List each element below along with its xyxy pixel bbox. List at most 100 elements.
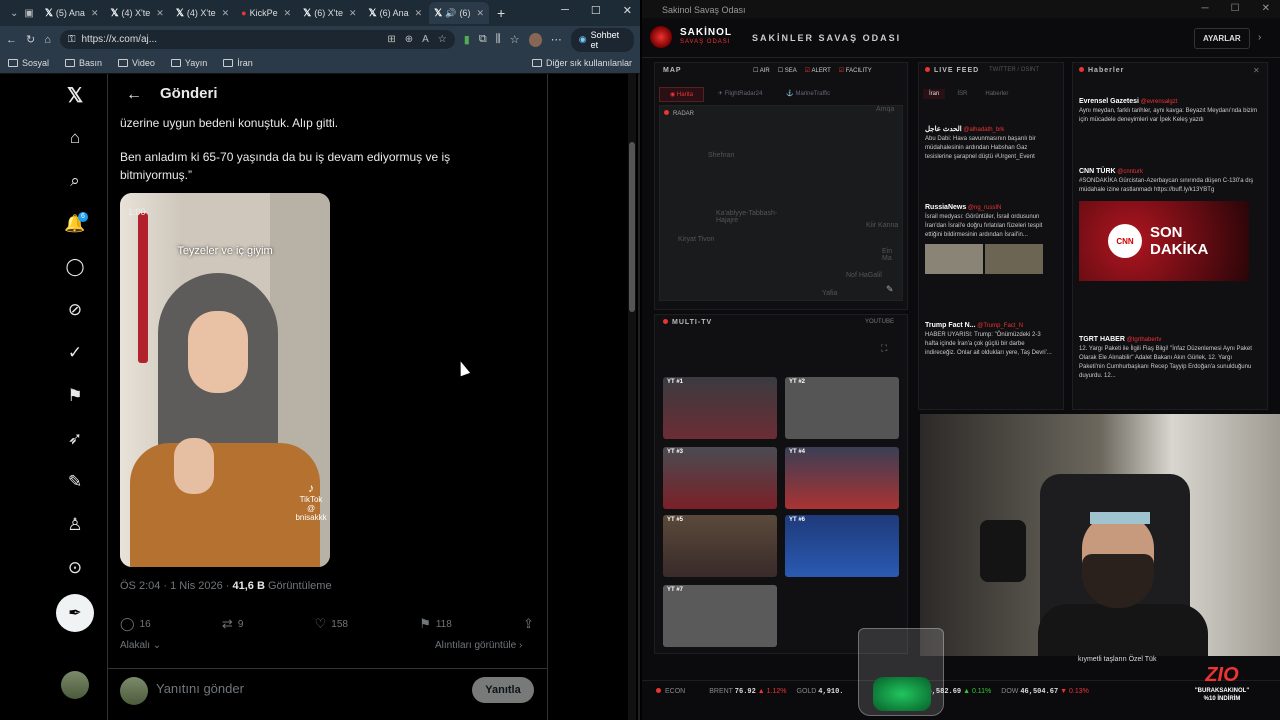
- edit-icon[interactable]: ✎: [886, 284, 894, 295]
- fullscreen-icon[interactable]: ⛶: [881, 343, 887, 354]
- tab-marinetraffic[interactable]: ⚓ MarineTraffic: [776, 87, 840, 102]
- refresh-icon[interactable]: ↻: [26, 33, 35, 46]
- bookmarks-nav-icon[interactable]: ⚑: [64, 385, 86, 407]
- close-window-icon[interactable]: ✕: [1262, 3, 1270, 14]
- feed-item[interactable]: RussiaNews @ng_russIN İsrail medyası: Gö…: [925, 203, 1055, 274]
- favorites-icon[interactable]: ☆: [510, 33, 520, 46]
- map-view[interactable]: RADAR Shehran Ka'ablyye-Tabbash-Hajajre …: [659, 105, 903, 301]
- grok-nav-icon[interactable]: ⊘: [64, 299, 86, 321]
- feed-item[interactable]: Trump Fact N... @Trump_Fact_N HABER UYAR…: [925, 321, 1055, 358]
- back-icon[interactable]: ←: [6, 34, 17, 46]
- maximize-icon[interactable]: ☐: [1231, 3, 1240, 14]
- home-icon[interactable]: ⌂: [44, 34, 51, 46]
- close-icon[interactable]: ✕: [415, 8, 423, 19]
- articles-nav-icon[interactable]: ✎: [64, 471, 86, 493]
- tab-harita[interactable]: ◉ Harita: [659, 87, 704, 102]
- tv-feed-2[interactable]: YT #2: [785, 377, 899, 439]
- tv-feed-1[interactable]: YT #1: [663, 377, 777, 439]
- zoom-icon[interactable]: ⊕: [405, 34, 413, 45]
- back-arrow-icon[interactable]: ←: [126, 86, 142, 104]
- close-icon[interactable]: ✕: [349, 8, 357, 19]
- more-nav-icon[interactable]: ⊙: [64, 557, 86, 579]
- bookmark-folder[interactable]: Basın: [65, 58, 102, 68]
- verified-nav-icon[interactable]: ✓: [64, 342, 86, 364]
- read-aloud-icon[interactable]: A: [422, 34, 429, 45]
- tab-haberler[interactable]: Haberler: [979, 89, 1014, 99]
- filter-air[interactable]: ☐ AIR: [753, 67, 770, 74]
- news-item[interactable]: TGRT HABER @tgrthabertv 12. Yargı Paketi…: [1079, 335, 1259, 381]
- extension-icon[interactable]: ⧉: [479, 33, 487, 46]
- feed-item[interactable]: الحدث عاجل @alhadath_brk Abu Dabi: Hava …: [925, 125, 1055, 162]
- browser-tab[interactable]: ● KickPe ✕: [236, 2, 296, 24]
- post-button[interactable]: ✒: [56, 594, 94, 632]
- workspaces-icon[interactable]: ▣: [24, 8, 33, 19]
- tv-feed-4[interactable]: YT #4: [785, 447, 899, 509]
- profile-icon[interactable]: [528, 32, 542, 47]
- view-quotes-link[interactable]: Alıntıları görüntüle ›: [435, 640, 522, 651]
- tv-feed-3[interactable]: YT #3: [663, 447, 777, 509]
- share-button[interactable]: ⇪: [523, 616, 534, 632]
- feed-image[interactable]: [925, 244, 983, 274]
- tv-feed-6[interactable]: YT #6: [785, 515, 899, 577]
- filter-sea[interactable]: ☐ SEA: [778, 67, 797, 74]
- profile-nav-icon[interactable]: ♙: [64, 514, 86, 536]
- tab-actions-icon[interactable]: ⌄: [10, 8, 18, 19]
- browser-tab[interactable]: 𝕏 (4) X'te ✕: [105, 2, 168, 24]
- reply-submit-button[interactable]: Yanıtla: [472, 677, 534, 703]
- more-icon[interactable]: ⋯: [551, 33, 562, 46]
- bookmark-folder[interactable]: Sosyal: [8, 58, 49, 68]
- speaker-icon[interactable]: 🔊: [445, 8, 456, 19]
- tv-feed-7[interactable]: YT #7: [663, 585, 777, 647]
- close-icon[interactable]: ✕: [222, 8, 230, 19]
- browser-tab[interactable]: 𝕏 (6) Ana ✕: [364, 2, 428, 24]
- reply-input[interactable]: Yanıtını gönder: [156, 681, 244, 696]
- account-avatar[interactable]: [61, 671, 89, 699]
- tab-flightradar[interactable]: ✈ FlightRadar24: [708, 87, 772, 102]
- bookmark-folder[interactable]: Video: [118, 58, 155, 68]
- browser-tab[interactable]: 𝕏 (4) X'te ✕: [171, 2, 234, 24]
- bookmark-folder[interactable]: İran: [223, 58, 253, 68]
- favorite-icon[interactable]: ☆: [438, 34, 447, 45]
- minimize-icon[interactable]: ─: [561, 4, 569, 17]
- maximize-icon[interactable]: ☐: [591, 4, 601, 17]
- settings-button[interactable]: AYARLAR: [1194, 28, 1250, 49]
- browser-tab[interactable]: 𝕏 (5) Ana ✕: [40, 2, 104, 24]
- close-icon[interactable]: ✕: [1253, 66, 1260, 75]
- url-field[interactable]: ⚿ https://x.com/aj... ⊞ ⊕ A ☆: [59, 30, 455, 49]
- news-item[interactable]: Evrensel Gazetesi @evrensalgzt Aynı meyd…: [1079, 97, 1259, 125]
- like-button[interactable]: ♡ 158: [315, 616, 348, 632]
- bookmark-button[interactable]: ⚑ 118: [419, 616, 452, 632]
- tv-feed-5[interactable]: YT #5: [663, 515, 777, 577]
- tab-isr[interactable]: İSR: [951, 89, 973, 99]
- new-tab-icon[interactable]: +: [497, 5, 505, 21]
- minimize-icon[interactable]: ─: [1202, 3, 1209, 14]
- filter-facility[interactable]: ☑ FACILITY: [839, 67, 872, 74]
- home-nav-icon[interactable]: ⌂: [64, 127, 86, 149]
- related-dropdown[interactable]: Alakalı ⌄: [120, 640, 161, 651]
- bookmark-folder[interactable]: Yayın: [170, 58, 207, 68]
- video-player[interactable]: 1:00 Teyzeler ve iç giyim ♪ TikTok @ bnisa…: [120, 193, 330, 567]
- split-screen-icon[interactable]: ⫼: [496, 33, 501, 46]
- x-logo-icon[interactable]: 𝕏: [64, 84, 86, 107]
- close-icon[interactable]: ✕: [91, 8, 99, 19]
- site-info-icon[interactable]: ⚿: [68, 34, 76, 45]
- close-icon[interactable]: ✕: [476, 8, 484, 19]
- spaces-nav-icon[interactable]: ➶: [64, 428, 86, 450]
- browser-tab[interactable]: 𝕏 (6) X'te ✕: [298, 2, 361, 24]
- close-icon[interactable]: ✕: [156, 8, 164, 19]
- extension-icon[interactable]: ▮: [464, 33, 470, 46]
- copilot-button[interactable]: ◉ Sohbet et: [570, 27, 634, 52]
- chevron-right-icon[interactable]: ›: [1258, 32, 1261, 43]
- search-nav-icon[interactable]: ⌕: [64, 170, 86, 192]
- filter-alert[interactable]: ☑ ALERT: [805, 67, 831, 74]
- news-image[interactable]: CNN SON DAKİKA: [1079, 201, 1249, 281]
- scrollbar-thumb[interactable]: [629, 142, 635, 312]
- repost-button[interactable]: ⇄ 9: [222, 616, 243, 632]
- feed-image[interactable]: [985, 244, 1043, 274]
- other-bookmarks[interactable]: Diğer sık kullanılanlar: [531, 58, 632, 68]
- close-window-icon[interactable]: ✕: [623, 4, 632, 17]
- messages-nav-icon[interactable]: ◯: [64, 256, 86, 278]
- tab-iran[interactable]: İran: [923, 89, 946, 99]
- reply-button[interactable]: ◯ 16: [120, 616, 151, 632]
- app-icon[interactable]: ⊞: [387, 34, 395, 45]
